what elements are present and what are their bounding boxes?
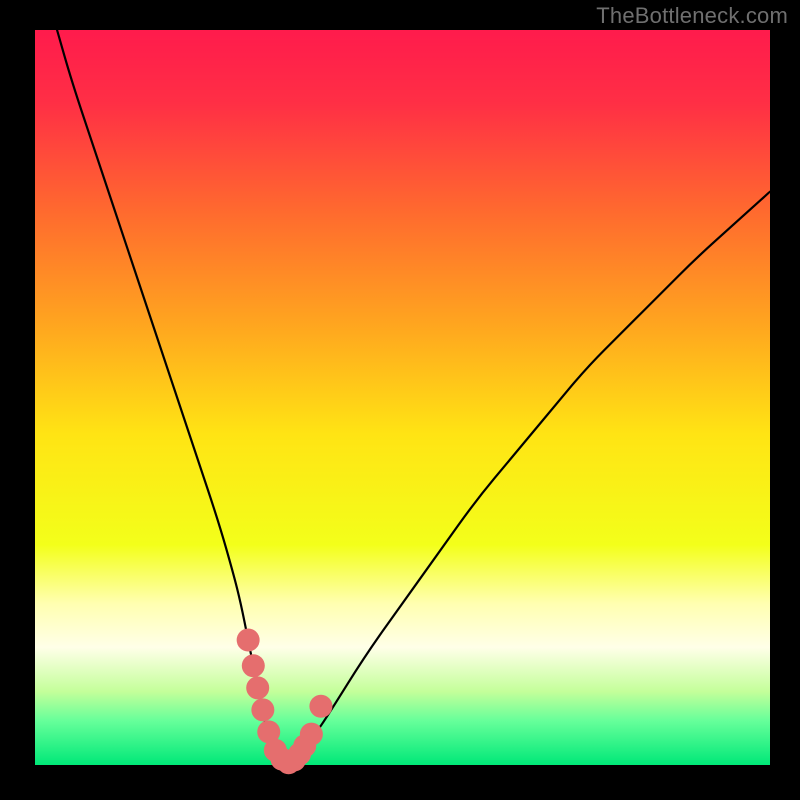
marker-dot	[251, 698, 274, 721]
marker-dot	[309, 695, 332, 718]
outer-black-frame: TheBottleneck.com	[0, 0, 800, 800]
marker-dot	[242, 654, 265, 677]
marker-dot	[300, 723, 323, 746]
plot-background	[35, 30, 770, 765]
marker-dot	[246, 676, 269, 699]
watermark-text: TheBottleneck.com	[596, 3, 788, 29]
marker-dot	[237, 629, 260, 652]
chart-svg	[0, 0, 800, 800]
